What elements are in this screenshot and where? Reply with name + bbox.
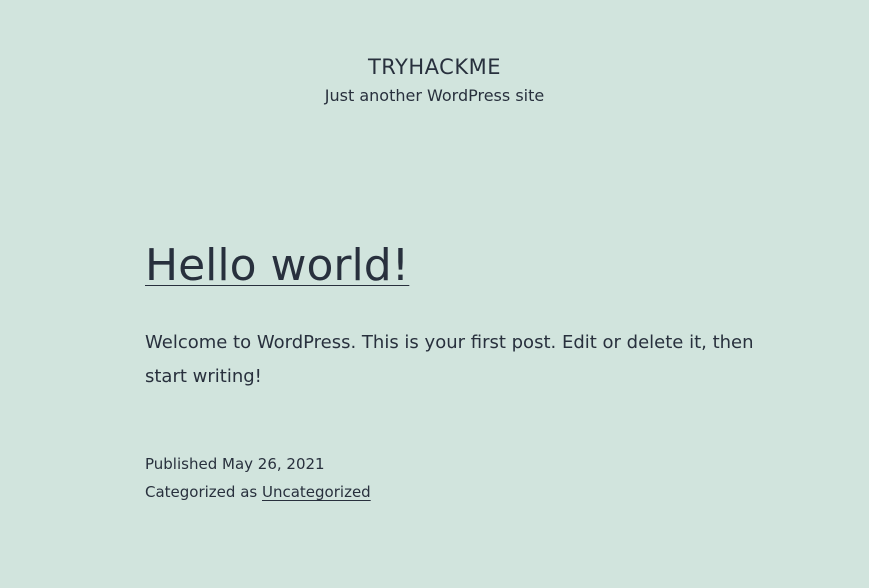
- post-title: Hello world!: [145, 238, 765, 294]
- post-meta: Published May 26, 2021 Categorized as Un…: [145, 450, 765, 506]
- category-line: Categorized as Uncategorized: [145, 478, 765, 506]
- site-description: Just another WordPress site: [324, 86, 545, 105]
- post-title-link[interactable]: Hello world!: [145, 240, 409, 291]
- published-line: Published May 26, 2021: [145, 450, 765, 478]
- published-date: May 26, 2021: [222, 455, 325, 473]
- category-label: Categorized as: [145, 483, 258, 501]
- site-title-link[interactable]: TRYHACKME: [368, 52, 501, 82]
- category-link[interactable]: Uncategorized: [262, 483, 371, 501]
- post-content: Welcome to WordPress. This is your first…: [145, 332, 754, 387]
- published-label: Published: [145, 455, 218, 473]
- site-header: TRYHACKME Just another WordPress site: [0, 52, 869, 106]
- post-article: Hello world! Welcome to WordPress. This …: [145, 238, 765, 506]
